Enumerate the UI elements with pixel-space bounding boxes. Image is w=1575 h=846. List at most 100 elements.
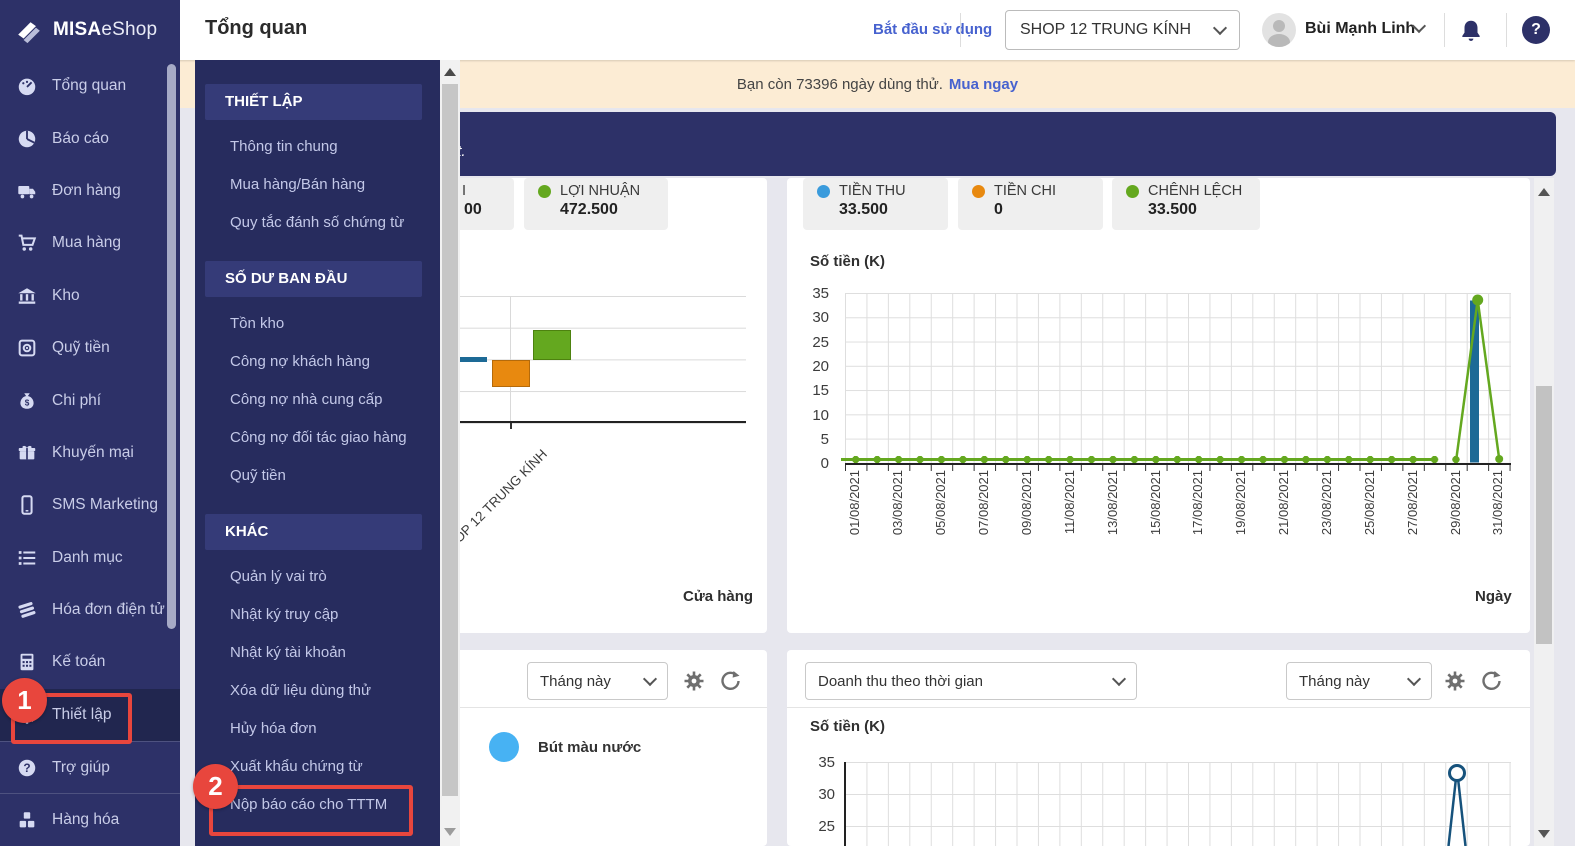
sidebar-item-tro-giup[interactable]: ? Trợ giúp [0, 741, 180, 793]
sidebar-item-tong-quan[interactable]: Tổng quan [0, 60, 180, 112]
sidebar-item-label: Báo cáo [52, 130, 109, 148]
scrollbar-thumb[interactable] [1536, 386, 1552, 644]
calculator-icon [16, 651, 38, 673]
sidebar-item-sms-marketing[interactable]: SMS Marketing [0, 479, 180, 531]
settings-flyout-menu: THIẾT LẬP Thông tin chung Mua hàng/Bán h… [195, 60, 440, 846]
x-date-label: 17/08/2021 [1190, 470, 1205, 535]
app-window: Bạn còn 73396 ngày dùng thử. Mua ngay ng… [0, 0, 1575, 846]
kpi-partial-value: 00 [464, 201, 504, 219]
flyout-section-so-du-ban-dau: SỐ DƯ BAN ĐẦU [205, 261, 422, 297]
sidebar-item-khuyen-mai[interactable]: Khuyến mại [0, 427, 180, 479]
sidebar-item-hang-hoa[interactable]: Hàng hóa [0, 793, 180, 845]
flyout-item-xoa-du-lieu-dung-thu[interactable]: Xóa dữ liệu dùng thử [195, 672, 440, 710]
settings-gear-button[interactable] [682, 669, 706, 693]
user-avatar[interactable] [1262, 13, 1296, 47]
app-logo[interactable]: MISAeShop [0, 0, 180, 60]
flyout-section-thiet-lap: THIẾT LẬP [205, 84, 422, 120]
notifications-button[interactable] [1458, 17, 1484, 50]
page-title: Tổng quan [205, 17, 307, 40]
flyout-item-cong-no-doi-tac-giao-hang[interactable]: Công nợ đối tác giao hàng [195, 419, 440, 457]
sidebar-item-label: Kế toán [52, 653, 105, 671]
x-date-label: 01/08/2021 [847, 470, 862, 535]
flyout-item-huy-hoa-don[interactable]: Hủy hóa đơn [195, 710, 440, 748]
person-icon [1262, 13, 1296, 47]
sidebar-item-label: Quỹ tiền [52, 339, 110, 357]
revenue-chart-spike [787, 650, 1530, 846]
x-date-label: 29/08/2021 [1448, 470, 1463, 535]
header-divider [1506, 13, 1507, 47]
flyout-item-thong-tin-chung[interactable]: Thông tin chung [195, 128, 440, 166]
sidebar-item-mua-hang[interactable]: Mua hàng [0, 217, 180, 269]
trial-banner-text: Bạn còn 73396 ngày dùng thử. [737, 76, 943, 93]
green-dot-icon [538, 185, 551, 198]
sidebar-item-danh-muc[interactable]: Danh mục [0, 532, 180, 584]
gauge-icon [16, 75, 38, 97]
shop-selector[interactable]: SHOP 12 TRUNG KÍNH [1005, 10, 1240, 50]
layers-icon [16, 599, 38, 621]
scrollbar-thumb[interactable] [442, 84, 458, 796]
delivery-truck-icon [16, 180, 38, 202]
sidebar-item-hoa-don-dien-tu[interactable]: Hóa đơn điện tử [0, 584, 180, 636]
sidebar-item-label: Kho [52, 287, 80, 305]
flyout-item-quan-ly-vai-tro[interactable]: Quản lý vai trò [195, 558, 440, 596]
cash-chart-axis-title: Ngày [1475, 588, 1512, 605]
flyout-item-mua-hang-ban-hang[interactable]: Mua hàng/Bán hàng [195, 166, 440, 204]
flyout-item-cong-no-nha-cung-cap[interactable]: Công nợ nhà cung cấp [195, 381, 440, 419]
bell-icon [1458, 17, 1484, 45]
gear-icon [682, 669, 706, 693]
question-mark: ? [1531, 21, 1541, 39]
x-date-label: 05/08/2021 [933, 470, 948, 535]
scroll-up-arrow[interactable] [1538, 188, 1550, 196]
sidebar-item-bao-cao[interactable]: Báo cáo [0, 112, 180, 164]
revenue-time-panel: Doanh thu theo thời gian Tháng này Số ti… [787, 650, 1530, 846]
period-select-value: Tháng này [540, 673, 611, 690]
cubes-icon [16, 809, 38, 831]
warehouse-bank-icon [16, 285, 38, 307]
help-button[interactable]: ? [1522, 16, 1550, 44]
scroll-down-arrow[interactable] [1538, 830, 1550, 838]
cash-chart-panel: TIỀN THU 33.500 TIỀN CHI 0 CHÊNH LỆCH 33… [787, 178, 1530, 633]
x-date-label: 27/08/2021 [1405, 470, 1420, 535]
sidebar-scrollbar-thumb[interactable] [167, 64, 176, 629]
header-divider [960, 13, 961, 47]
scroll-up-arrow[interactable] [444, 68, 456, 76]
x-date-label: 25/08/2021 [1362, 470, 1377, 535]
sidebar-item-quy-tien[interactable]: Quỹ tiền [0, 322, 180, 374]
kpi-partial-label: I [462, 183, 466, 199]
flyout-item-quy-tac-danh-so-chung-tu[interactable]: Quy tắc đánh số chứng từ [195, 204, 440, 242]
pie-chart-icon [16, 128, 38, 150]
period-select[interactable]: Tháng này [527, 662, 668, 700]
flyout-scrollbar[interactable] [440, 60, 460, 846]
flyout-item-ton-kho[interactable]: Tồn kho [195, 305, 440, 343]
header-divider [1444, 13, 1445, 47]
flyout-item-cong-no-khach-hang[interactable]: Công nợ khách hàng [195, 343, 440, 381]
page-scrollbar[interactable] [1534, 178, 1554, 846]
sidebar-item-chi-phi[interactable]: $ Chi phí [0, 374, 180, 426]
flyout-section-khac: KHÁC [205, 514, 422, 550]
x-date-label: 31/08/2021 [1490, 470, 1505, 535]
safe-icon [16, 337, 38, 359]
sidebar-item-label: Đơn hàng [52, 182, 121, 200]
x-date-label: 07/08/2021 [976, 470, 991, 535]
buy-now-link[interactable]: Mua ngay [949, 76, 1018, 93]
get-started-link[interactable]: Bắt đầu sử dụng [873, 21, 992, 38]
flyout-item-quy-tien[interactable]: Quỹ tiền [195, 457, 440, 495]
chevron-down-icon [1213, 21, 1227, 35]
flyout-item-nhat-ky-truy-cap[interactable]: Nhật ký truy cập [195, 596, 440, 634]
refresh-button[interactable] [718, 669, 742, 693]
user-name[interactable]: Bùi Mạnh Linh [1305, 20, 1415, 38]
annotation-badge-step1: 1 [2, 678, 47, 723]
sidebar-item-kho[interactable]: Kho [0, 270, 180, 322]
sidebar-item-label: Hóa đơn điện tử [52, 601, 165, 619]
top-header: MISAeShop Tổng quan Bắt đầu sử dụng SHOP… [0, 0, 1575, 60]
x-date-label: 09/08/2021 [1019, 470, 1034, 535]
x-date-label: 03/08/2021 [890, 470, 905, 535]
brand-suffix: eShop [101, 19, 157, 40]
sidebar-item-label: Chi phí [52, 392, 101, 410]
scroll-down-arrow[interactable] [444, 828, 456, 836]
x-date-label: 11/08/2021 [1062, 470, 1077, 534]
flyout-item-nhat-ky-tai-khoan[interactable]: Nhật ký tài khoản [195, 634, 440, 672]
svg-text:?: ? [23, 761, 30, 775]
sidebar-item-don-hang[interactable]: Đơn hàng [0, 165, 180, 217]
annotation-badge-step2: 2 [193, 764, 238, 809]
